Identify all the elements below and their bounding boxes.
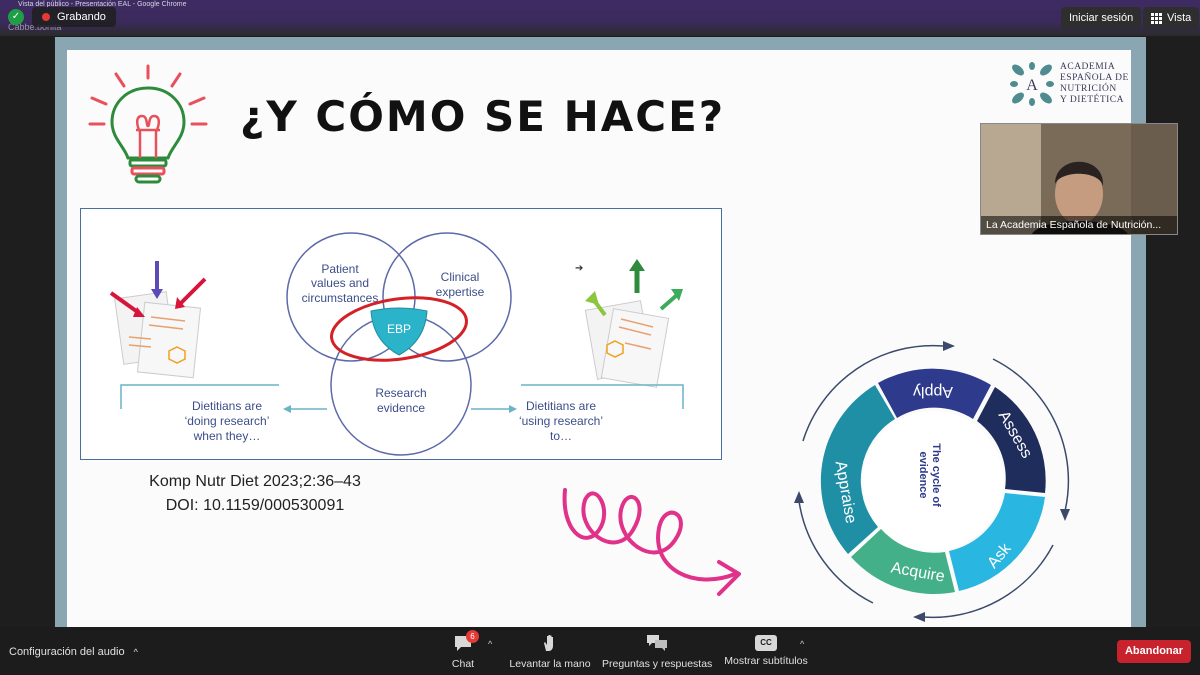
research-line-2: evidence	[377, 401, 425, 415]
left-documents-icon	[109, 261, 207, 379]
top-bar: Vista del público - Presentación EAL - G…	[0, 0, 1200, 36]
patient-line-2: values and	[311, 276, 369, 290]
shield-check-icon[interactable]: ✓	[8, 9, 24, 25]
recording-label: Grabando	[57, 11, 106, 23]
signin-button[interactable]: Iniciar sesión	[1061, 7, 1142, 29]
logo-line-2: ESPAÑOLA DE	[1060, 73, 1129, 83]
record-dot-icon	[42, 13, 50, 21]
ebp-diagram: EBP Patient values and circumstances Cli…	[109, 232, 684, 456]
closed-captions-icon: CC	[755, 635, 777, 651]
raise-hand-label: Levantar la mano	[509, 658, 591, 670]
cursor-arrow-icon: ➔	[575, 263, 583, 274]
cycle-center-line-1: The cycle of	[930, 443, 942, 507]
ebp-figure: EBP Patient values and circumstances Cli…	[80, 208, 722, 460]
slide-title: ¿Y CÓMO SE HACE?	[240, 92, 726, 141]
academy-logo-text: ACADEMIA ESPAÑOLA DE NUTRICIÓN Y DIETÉTI…	[1060, 62, 1129, 106]
view-label: Vista	[1167, 12, 1192, 24]
ebp-label: EBP	[387, 322, 411, 336]
qa-button[interactable]: Preguntas y respuestas	[602, 633, 712, 670]
zoom-webinar-window: Vista del público - Presentación EAL - G…	[0, 0, 1200, 675]
logo-line-1: ACADEMIA	[1060, 62, 1116, 72]
signin-label: Iniciar sesión	[1069, 12, 1134, 24]
raise-hand-button[interactable]: Levantar la mano	[508, 633, 592, 670]
qa-label: Preguntas y respuestas	[602, 658, 713, 670]
clinical-line-2: expertise	[436, 285, 485, 299]
audio-settings-button[interactable]: Configuración del audio ^	[9, 646, 138, 658]
captions-button[interactable]: CC Mostrar subtítulos	[722, 633, 810, 667]
right-text-line-2: ‘using research’	[519, 414, 603, 428]
chevron-up-icon[interactable]: ^	[800, 639, 804, 649]
participant-name: La Academia Española de Nutrición...	[981, 216, 1177, 234]
recording-indicator[interactable]: Grabando	[32, 7, 116, 27]
raise-hand-icon	[544, 635, 553, 651]
citation-line-2: DOI: 10.1159/000530091	[165, 497, 345, 514]
left-text-line-3: when they…	[193, 429, 261, 443]
qa-icon	[647, 635, 667, 651]
lightbulb-icon	[88, 64, 208, 184]
academy-logo-icon: A	[1010, 62, 1054, 106]
grid-view-icon	[1151, 12, 1162, 24]
left-text-line-2: ‘doing research’	[185, 414, 270, 428]
audio-settings-label: Configuración del audio	[9, 646, 125, 658]
logo-line-3: NUTRICIÓN	[1060, 84, 1117, 94]
view-button[interactable]: Vista	[1143, 7, 1200, 29]
right-documents-icon	[584, 259, 683, 388]
captions-label: Mostrar subtítulos	[724, 655, 808, 667]
logo-letter: A	[1026, 77, 1038, 94]
logo-line-4: Y DIETÉTICA	[1060, 95, 1124, 105]
leave-button[interactable]: Abandonar	[1117, 640, 1191, 663]
clinical-line-1: Clinical	[441, 270, 480, 284]
right-text-line-3: to…	[550, 429, 572, 443]
chevron-up-icon[interactable]: ^	[488, 639, 492, 649]
cycle-apply: Apply	[913, 383, 953, 400]
patient-line-1: Patient	[321, 262, 359, 276]
pink-scribble-arrow	[562, 488, 741, 596]
cycle-center-line-2: evidence	[917, 451, 929, 498]
participant-video[interactable]: La Academia Española de Nutrición...	[980, 123, 1178, 235]
meeting-toolbar: Configuración del audio ^ Chat 6 ^ Levan…	[0, 627, 1200, 675]
chat-unread-badge: 6	[466, 630, 479, 643]
citation: Komp Nutr Diet 2023;2:36–43 DOI: 10.1159…	[110, 470, 400, 518]
right-text-line-1: Dietitians are	[526, 399, 596, 413]
chevron-up-icon: ^	[133, 647, 138, 657]
research-line-1: Research	[375, 386, 426, 400]
left-text-line-1: Dietitians are	[192, 399, 262, 413]
patient-line-3: circumstances	[302, 291, 379, 305]
cycle-of-evidence-diagram: Apply Assess Ask Acquire Appraise The cy…	[794, 341, 1070, 622]
chat-label: Chat	[451, 658, 475, 670]
citation-line-1: Komp Nutr Diet 2023;2:36–43	[149, 473, 361, 490]
